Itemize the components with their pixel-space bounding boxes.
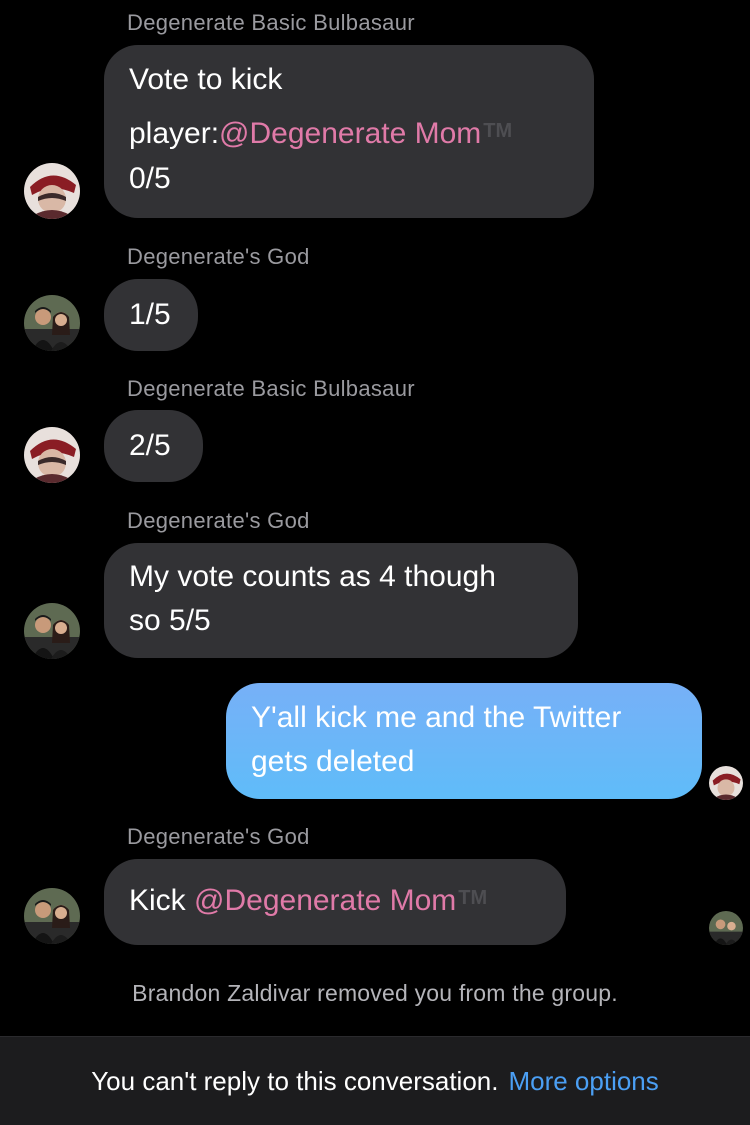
message-text: My vote counts as 4 though <box>129 560 496 593</box>
couple-photo-avatar-icon[interactable] <box>24 888 80 944</box>
message-text-prefix: Kick <box>129 884 195 917</box>
mention-link[interactable]: @Degenerate Mom <box>194 884 456 917</box>
message-text: so 5/5 <box>129 603 211 637</box>
sender-name: Degenerate's God <box>127 508 310 533</box>
message-bubble[interactable]: Vote to kick player:@Degenerate Mom TM 0/… <box>104 45 594 218</box>
sender-name: Degenerate's God <box>127 824 310 849</box>
message-text: Kick @Degenerate Mom TM <box>129 878 541 923</box>
message-text: player:@Degenerate Mom TM <box>129 111 569 156</box>
message-text: 2/5 <box>129 429 171 462</box>
mention-link[interactable]: @Degenerate Mom <box>219 117 481 150</box>
message-text: Vote to kick <box>129 63 283 96</box>
outgoing-message-bubble[interactable]: Y'all kick me and the Twitter gets delet… <box>226 683 702 799</box>
message-text: 1/5 <box>129 298 171 331</box>
more-options-link[interactable]: More options <box>508 1066 658 1097</box>
message-bubble[interactable]: 1/5 <box>104 279 198 351</box>
message-bubble[interactable]: Kick @Degenerate Mom TM <box>104 859 566 945</box>
cartoon-character-avatar-icon[interactable] <box>24 427 80 483</box>
system-notice: Brandon Zaldivar removed you from the gr… <box>132 980 618 1006</box>
trademark-mark: TM <box>458 887 488 909</box>
trademark-mark: TM <box>483 120 513 142</box>
read-receipt-avatar-icon <box>709 766 743 800</box>
cartoon-character-avatar-icon[interactable] <box>24 163 80 219</box>
sender-name: Degenerate Basic Bulbasaur <box>127 10 415 35</box>
couple-photo-avatar-icon[interactable] <box>24 603 80 659</box>
message-text: gets deleted <box>251 744 415 778</box>
reply-disabled-bar: You can't reply to this conversation. Mo… <box>0 1036 750 1125</box>
message-bubble[interactable]: 2/5 <box>104 410 203 482</box>
couple-photo-avatar-icon[interactable] <box>24 295 80 351</box>
message-bubble[interactable]: My vote counts as 4 though so 5/5 <box>104 543 578 658</box>
message-text-prefix: player: <box>129 117 220 150</box>
sender-name: Degenerate Basic Bulbasaur <box>127 376 415 401</box>
message-text: 0/5 <box>129 162 171 195</box>
message-text: Y'all kick me and the Twitter <box>251 701 622 734</box>
reply-disabled-text: You can't reply to this conversation. <box>91 1065 499 1096</box>
sender-name: Degenerate's God <box>127 244 310 269</box>
read-receipt-avatar-icon <box>709 911 743 945</box>
